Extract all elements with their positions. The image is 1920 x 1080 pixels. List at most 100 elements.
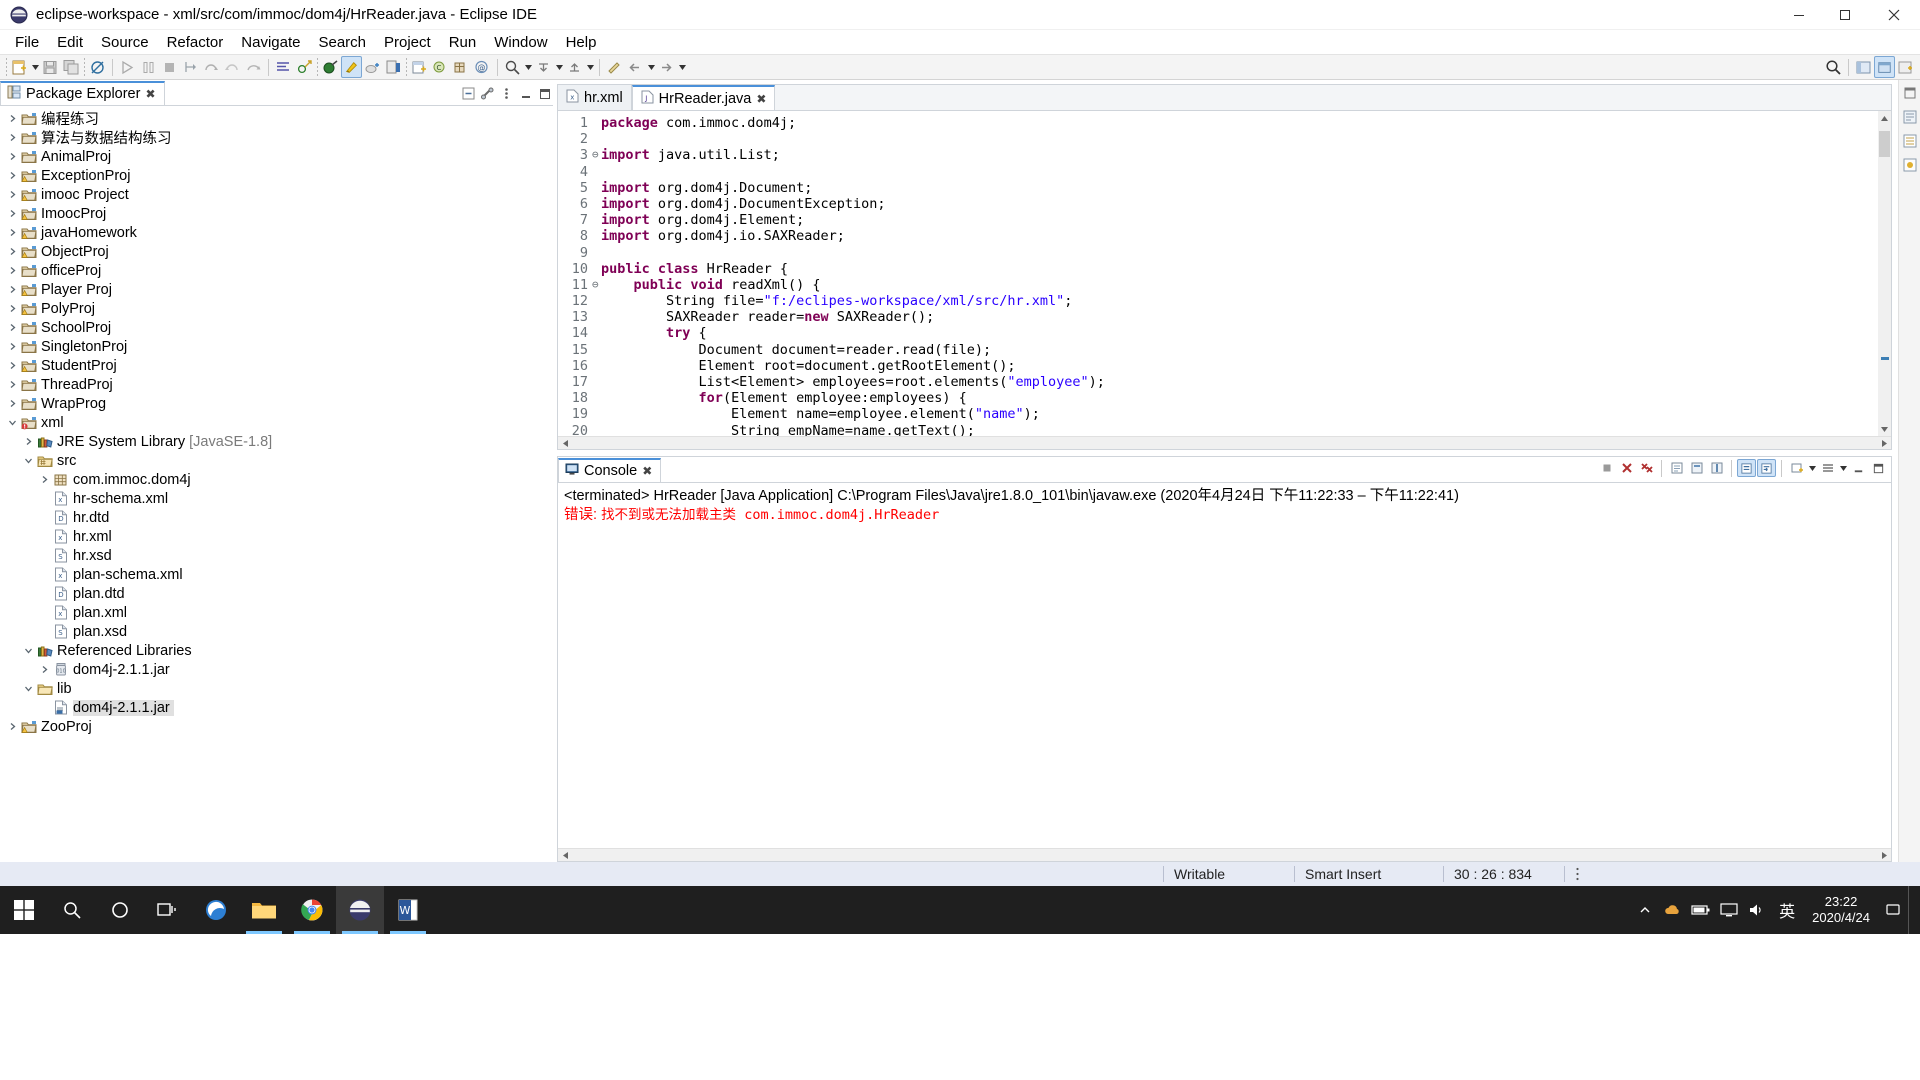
code-line[interactable]: public void readXml() { <box>601 277 1878 293</box>
tree-item-hr-xsd[interactable]: Shr.xsd <box>0 546 553 565</box>
volume-icon[interactable] <box>1744 886 1770 934</box>
folding-gutter[interactable]: ⊖ ⊖ <box>592 111 601 437</box>
step-return-icon[interactable] <box>222 56 243 78</box>
last-edit-location-icon[interactable] <box>604 56 625 78</box>
chevron-right-icon[interactable] <box>6 337 19 356</box>
scroll-right-icon[interactable] <box>1877 851 1891 860</box>
open-type-icon[interactable] <box>502 56 523 78</box>
code-line[interactable] <box>601 245 1878 261</box>
step-over-icon[interactable] <box>201 56 222 78</box>
editor-horizontal-scrollbar[interactable] <box>558 436 1891 449</box>
chevron-right-icon[interactable] <box>6 394 19 413</box>
chevron-right-icon[interactable] <box>6 717 19 736</box>
code-line[interactable]: SAXReader reader=new SAXReader(); <box>601 309 1878 325</box>
minimize-icon[interactable] <box>1849 459 1868 477</box>
monitor-icon[interactable] <box>1716 886 1742 934</box>
scroll-left-icon[interactable] <box>558 851 572 860</box>
chevron-right-icon[interactable] <box>6 375 19 394</box>
tree-item-objectproj[interactable]: ObjectProj <box>0 242 553 261</box>
new-wizard-icon[interactable] <box>9 56 30 78</box>
display-selected-console-icon[interactable] <box>1687 459 1706 477</box>
show-desktop-button[interactable] <box>1908 886 1916 934</box>
external-tools-icon[interactable] <box>383 56 404 78</box>
new-wizard-dropdown-icon[interactable] <box>30 56 40 78</box>
perspective-switcher-icon[interactable] <box>1874 56 1895 78</box>
chevron-right-icon[interactable] <box>38 470 51 489</box>
link-with-editor-icon[interactable] <box>479 85 496 102</box>
open-console-icon[interactable] <box>1667 459 1686 477</box>
toggle-breadcrumb-icon[interactable] <box>87 56 108 78</box>
battery-icon[interactable] <box>1688 886 1714 934</box>
pause-icon[interactable] <box>138 56 159 78</box>
fold-collapse-icon[interactable]: ⊖ <box>592 277 601 293</box>
tree-item-polyproj[interactable]: PolyProj <box>0 299 553 318</box>
forward-dropdown-icon[interactable] <box>677 56 687 78</box>
open-perspective-icon[interactable] <box>1895 56 1916 78</box>
close-button[interactable] <box>1868 0 1920 30</box>
close-icon[interactable]: ✖ <box>756 92 766 106</box>
code-line[interactable] <box>601 164 1878 180</box>
new-package-icon[interactable] <box>451 56 472 78</box>
code-editor[interactable]: 1 2 3 4 5 6 7 8 9 10 11 12 13 14 15 16 17 18 19 20 ⊖ ⊖ packa… <box>558 111 1891 437</box>
onedrive-icon[interactable] <box>1660 886 1686 934</box>
tree-item-jre-system-library[interactable]: JRE System Library [JavaSE-1.8] <box>0 432 553 451</box>
chevron-right-icon[interactable] <box>6 280 19 299</box>
menu-run[interactable]: Run <box>440 33 486 52</box>
statusbar-menu-icon[interactable] <box>1565 862 1590 886</box>
chevron-right-icon[interactable] <box>6 204 19 223</box>
chevron-right-icon[interactable] <box>22 432 35 451</box>
next-annotation-dropdown-icon[interactable] <box>554 56 564 78</box>
menu-window[interactable]: Window <box>485 33 556 52</box>
coverage-icon[interactable] <box>362 56 383 78</box>
code-line[interactable]: String empName=name.getText(); <box>601 423 1878 437</box>
code-line[interactable]: package com.immoc.dom4j; <box>601 115 1878 131</box>
new-java-project-icon[interactable] <box>409 56 430 78</box>
console-output[interactable]: <terminated> HrReader [Java Application]… <box>558 483 1891 848</box>
forward-icon[interactable] <box>656 56 677 78</box>
minimize-icon[interactable] <box>517 85 534 102</box>
code-line[interactable]: Document document=reader.read(file); <box>601 342 1878 358</box>
save-icon[interactable] <box>40 56 61 78</box>
save-all-icon[interactable] <box>61 56 82 78</box>
skip-breakpoints-icon[interactable] <box>294 56 315 78</box>
tab-hr-xml[interactable]: x hr.xml <box>558 85 632 110</box>
tree-item-singletonproj[interactable]: SingletonProj <box>0 337 553 356</box>
tree-item-officeproj[interactable]: officeProj <box>0 261 553 280</box>
package-explorer-tree[interactable]: 编程练习 算法与数据结构练习 AnimalProj ExceptionProj imoo… <box>0 106 553 862</box>
chevron-up-icon[interactable] <box>1632 886 1658 934</box>
previous-annotation-icon[interactable] <box>564 56 585 78</box>
minimize-button[interactable] <box>1776 0 1822 30</box>
file-explorer-icon[interactable] <box>240 886 288 934</box>
tree-item-dom4j-2-1-1-jar[interactable]: 010 dom4j-2.1.1.jar <box>0 660 553 679</box>
quick-access-search-icon[interactable] <box>1823 56 1844 78</box>
menu-refactor[interactable]: Refactor <box>158 33 233 52</box>
chevron-right-icon[interactable] <box>6 242 19 261</box>
problems-view-icon[interactable] <box>1901 156 1919 174</box>
tree-item-schoolproj[interactable]: SchoolProj <box>0 318 553 337</box>
close-icon[interactable]: ✖ <box>145 87 155 101</box>
chevron-down-icon[interactable] <box>22 641 35 660</box>
close-icon[interactable]: ✖ <box>642 464 652 478</box>
fold-collapse-icon[interactable]: ⊖ <box>592 147 601 163</box>
new-console-view-icon[interactable] <box>1787 459 1806 477</box>
code-line[interactable] <box>601 131 1878 147</box>
eclipse-icon[interactable] <box>336 886 384 934</box>
code-line[interactable]: for(Element employee:employees) { <box>601 390 1878 406</box>
tree-item-hr-schema-xml[interactable]: x hr-schema.xml <box>0 489 553 508</box>
new-java-class-icon[interactable]: C <box>430 56 451 78</box>
tree-item-player-proj[interactable]: Player Proj <box>0 280 553 299</box>
chevron-right-icon[interactable] <box>6 261 19 280</box>
code-line[interactable]: import org.dom4j.Document; <box>601 180 1878 196</box>
tab-hrreader-java[interactable]: J HrReader.java ✖ <box>631 85 776 110</box>
scroll-down-icon[interactable] <box>1878 422 1891 436</box>
code-line[interactable]: import org.dom4j.io.SAXReader; <box>601 228 1878 244</box>
run-as-icon[interactable] <box>341 56 362 78</box>
editor-vertical-scrollbar[interactable] <box>1878 111 1891 437</box>
windows-start-icon[interactable] <box>0 886 48 934</box>
tab-package-explorer[interactable]: Package Explorer ✖ <box>0 81 165 105</box>
notifications-icon[interactable] <box>1880 886 1906 934</box>
tree-item-[interactable]: 编程练习 <box>0 109 553 128</box>
view-menu-icon[interactable] <box>1818 459 1837 477</box>
view-menu-icon[interactable] <box>498 85 515 102</box>
chevron-down-icon[interactable] <box>22 679 35 698</box>
